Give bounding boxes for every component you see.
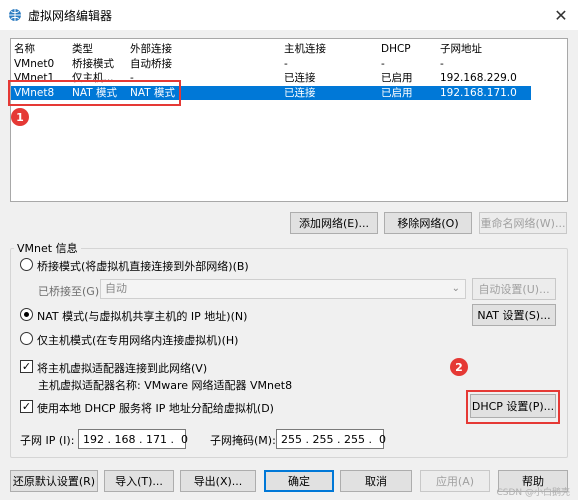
- nat-settings-button[interactable]: NAT 设置(S)...: [472, 304, 556, 326]
- table-row-selected[interactable]: VMnet8 NAT 模式 NAT 模式 已连接 已启用 192.168.171…: [11, 86, 531, 100]
- subnet-mask-input[interactable]: 255 . 255 . 255 . 0: [276, 429, 386, 449]
- list-header: 名称 类型 外部连接 主机连接 DHCP 子网地址: [11, 42, 531, 56]
- table-cell: -: [381, 58, 385, 70]
- dhcp-settings-button[interactable]: DHCP 设置(P)...: [470, 394, 556, 418]
- auto-settings-button[interactable]: 自动设置(U)...: [472, 278, 556, 300]
- table-row[interactable]: VMnet0 桥接模式 自动桥接 - - -: [11, 57, 531, 71]
- annotation-badge: 2: [450, 358, 468, 376]
- bridged-to-label: 已桥接至(G):: [38, 285, 103, 298]
- title-bar: 虚拟网络编辑器 ✕: [0, 0, 578, 30]
- bridged-to-value: 自动: [105, 282, 127, 295]
- host-only-mode-radio[interactable]: [20, 332, 33, 345]
- connect-adapter-checkbox[interactable]: ✓: [20, 360, 33, 373]
- table-cell: 桥接模式: [72, 58, 114, 70]
- chevron-down-icon: ⌄: [451, 283, 460, 294]
- column-header[interactable]: 类型: [72, 42, 93, 56]
- bridged-mode-radio[interactable]: [20, 258, 33, 271]
- subnet-mask-label: 子网掩码(M):: [210, 434, 276, 447]
- column-header[interactable]: 子网地址: [440, 42, 482, 56]
- table-cell: -: [284, 58, 288, 70]
- network-editor-icon: [9, 9, 21, 21]
- vmnet-info-title: VMnet 信息: [14, 240, 81, 256]
- remove-network-button[interactable]: 移除网络(O): [384, 212, 472, 234]
- table-cell: 192.168.171.0: [440, 87, 517, 99]
- column-header[interactable]: DHCP: [381, 42, 411, 56]
- table-cell: 已连接: [284, 87, 316, 99]
- table-cell: 已连接: [284, 72, 316, 84]
- nat-mode-radio[interactable]: [20, 308, 33, 321]
- rename-network-button[interactable]: 重命名网络(W)...: [479, 212, 567, 234]
- dhcp-checkbox[interactable]: ✓: [20, 400, 33, 413]
- adapter-name-label: 主机虚拟适配器名称: VMware 网络适配器 VMnet8: [38, 379, 293, 392]
- table-cell: NAT 模式: [130, 87, 175, 99]
- table-cell: VMnet0: [14, 58, 55, 70]
- bridged-to-select[interactable]: 自动 ⌄: [100, 279, 466, 299]
- restore-defaults-button[interactable]: 还原默认设置(R): [10, 470, 98, 492]
- host-only-mode-label[interactable]: 仅主机模式(在专用网络内连接虚拟机)(H): [37, 332, 238, 348]
- table-cell: 仅主机...: [72, 72, 114, 84]
- annotation-badge: 1: [11, 108, 29, 126]
- dhcp-label[interactable]: 使用本地 DHCP 服务将 IP 地址分配给虚拟机(D): [37, 400, 274, 416]
- import-button[interactable]: 导入(T)...: [104, 470, 174, 492]
- table-cell: NAT 模式: [72, 87, 117, 99]
- cancel-button[interactable]: 取消: [340, 470, 412, 492]
- table-cell: 自动桥接: [130, 58, 172, 70]
- table-cell: -: [130, 72, 134, 84]
- nat-mode-label[interactable]: NAT 模式(与虚拟机共享主机的 IP 地址)(N): [37, 308, 247, 324]
- watermark: CSDN @小白鹅壳: [496, 488, 570, 498]
- bridged-mode-label[interactable]: 桥接模式(将虚拟机直接连接到外部网络)(B): [37, 258, 249, 274]
- ok-button[interactable]: 确定: [264, 470, 334, 492]
- table-cell: VMnet1: [14, 72, 55, 84]
- table-row[interactable]: VMnet1 仅主机... - 已连接 已启用 192.168.229.0: [11, 71, 531, 85]
- table-cell: 已启用: [381, 72, 413, 84]
- table-cell: -: [440, 58, 444, 70]
- close-icon[interactable]: ✕: [550, 4, 572, 26]
- table-cell: 已启用: [381, 87, 413, 99]
- window-title: 虚拟网络编辑器: [28, 8, 113, 23]
- apply-button[interactable]: 应用(A): [420, 470, 490, 492]
- column-header[interactable]: 名称: [14, 42, 35, 56]
- network-list[interactable]: 名称 类型 外部连接 主机连接 DHCP 子网地址 VMnet0 桥接模式 自动…: [10, 38, 568, 202]
- export-button[interactable]: 导出(X)...: [180, 470, 256, 492]
- column-header[interactable]: 主机连接: [284, 42, 326, 56]
- subnet-ip-label: 子网 IP (I):: [20, 434, 75, 447]
- table-cell: VMnet8: [14, 87, 55, 99]
- subnet-ip-input[interactable]: 192 . 168 . 171 . 0: [78, 429, 188, 449]
- table-cell: 192.168.229.0: [440, 72, 517, 84]
- connect-adapter-label[interactable]: 将主机虚拟适配器连接到此网络(V): [37, 360, 207, 376]
- column-header[interactable]: 外部连接: [130, 42, 172, 56]
- add-network-button[interactable]: 添加网络(E)...: [290, 212, 378, 234]
